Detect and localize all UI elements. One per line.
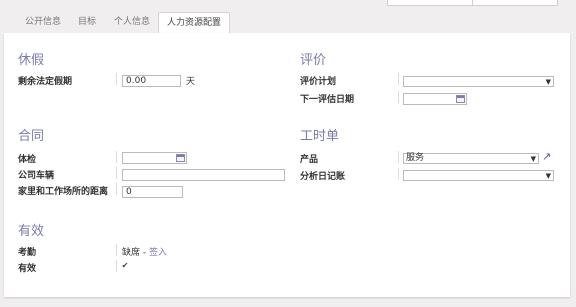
section-title-leave: 休假	[18, 53, 45, 68]
section-title-appraisal: 评价	[300, 53, 327, 68]
company-car-input[interactable]	[122, 169, 285, 181]
product-value: 服务	[406, 153, 425, 163]
section-title-contract: 合同	[18, 129, 45, 144]
field-separator	[116, 244, 117, 256]
field-separator	[398, 168, 399, 180]
label-attendance: 考勤	[18, 248, 37, 258]
attendance-separator: -	[140, 248, 149, 258]
label-next-appraisal-date: 下一评估日期	[300, 95, 355, 105]
field-separator	[116, 167, 117, 179]
label-remaining-leave: 剩余法定假期	[18, 77, 73, 87]
label-home-work-distance: 家里和工作场所的距离	[18, 187, 109, 197]
field-separator	[398, 73, 399, 85]
label-company-car: 公司车辆	[18, 171, 55, 181]
attendance-status: 缺席	[122, 248, 141, 258]
form-sheet: 休假 剩余法定假期 0.00 天 评价 评价计划 ▼ 下一评估日期 合同 体检 …	[4, 33, 570, 297]
calendar-icon[interactable]	[456, 95, 465, 103]
tab-personal-info[interactable]: 个人信息	[114, 12, 150, 32]
field-separator	[116, 183, 117, 195]
label-medical-exam: 体检	[18, 155, 37, 165]
label-active: 有效	[18, 264, 37, 274]
chevron-down-icon: ▼	[545, 172, 551, 180]
label-analytic-journal: 分析日记账	[300, 172, 346, 182]
field-separator	[398, 151, 399, 163]
tab-bar: 公开信息 目标 个人信息 人力资源配置	[17, 12, 558, 34]
chevron-down-icon: ▼	[530, 155, 536, 163]
analytic-journal-select[interactable]: ▼	[403, 170, 554, 181]
label-product: 产品	[300, 155, 319, 165]
calendar-icon[interactable]	[176, 154, 185, 162]
home-work-distance-input[interactable]: 0	[122, 186, 183, 198]
medical-exam-date-input[interactable]	[122, 152, 187, 164]
top-button-1[interactable]	[387, 0, 473, 6]
label-appraisal-plan: 评价计划	[300, 77, 337, 87]
field-separator	[398, 91, 399, 103]
field-separator	[116, 73, 117, 85]
top-buttons	[387, 0, 558, 6]
product-select[interactable]: 服务 ▼	[403, 153, 539, 164]
external-link-icon[interactable]: ↗	[542, 150, 551, 163]
chevron-down-icon: ▼	[545, 78, 551, 86]
tab-goals[interactable]: 目标	[78, 12, 96, 32]
field-separator	[116, 260, 117, 272]
section-title-timesheet: 工时单	[300, 129, 340, 144]
attendance-status-row: 缺席 - 签入	[122, 245, 167, 258]
section-title-active: 有效	[18, 224, 45, 239]
tab-hr-settings[interactable]: 人力资源配置	[158, 12, 231, 34]
active-checkbox[interactable]: ✔	[121, 262, 129, 270]
next-appraisal-date-input[interactable]	[403, 93, 467, 105]
leave-unit: 天	[186, 77, 196, 87]
tab-public-info[interactable]: 公开信息	[25, 12, 61, 32]
field-separator	[116, 151, 117, 163]
sign-in-link[interactable]: 签入	[149, 248, 167, 258]
remaining-leave-input[interactable]: 0.00	[122, 75, 181, 87]
top-button-2[interactable]	[472, 0, 558, 6]
appraisal-plan-select[interactable]: ▼	[403, 76, 554, 87]
